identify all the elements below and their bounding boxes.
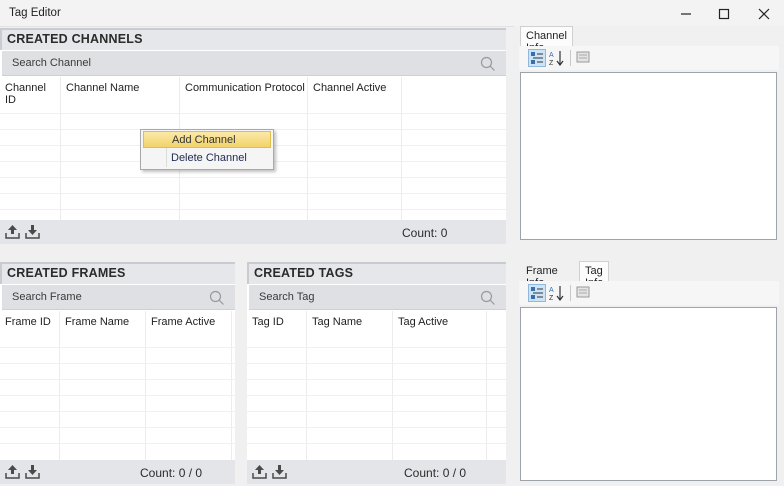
- frame-search-input[interactable]: [2, 285, 235, 309]
- column-header[interactable]: Frame ID: [0, 311, 60, 335]
- upload-icon[interactable]: [5, 464, 20, 479]
- column-header[interactable]: Tag ID: [247, 311, 307, 335]
- download-icon[interactable]: [25, 464, 40, 479]
- sort-alphabetical-button[interactable]: AZ: [548, 49, 566, 67]
- tab-channel-info[interactable]: Channel Info: [520, 26, 573, 54]
- search-icon[interactable]: [209, 290, 225, 306]
- add-channel-menu-item[interactable]: Add Channel: [143, 131, 271, 148]
- tags-panel: CREATED TAGS Tag ID Tag Name Tag Active …: [247, 262, 506, 484]
- column-header[interactable]: Channel ID: [0, 77, 61, 106]
- frame-search[interactable]: [2, 285, 235, 310]
- search-icon[interactable]: [480, 56, 496, 72]
- delete-channel-menu-item[interactable]: Delete Channel: [143, 150, 271, 167]
- column-header[interactable]: Tag Active: [393, 311, 487, 335]
- window-title: Tag Editor: [9, 7, 61, 19]
- svg-text:A: A: [549, 287, 554, 294]
- property-pages-button[interactable]: [575, 284, 593, 302]
- tags-grid[interactable]: Tag ID Tag Name Tag Active: [247, 311, 506, 460]
- sort-alphabetical-button[interactable]: AZ: [548, 284, 566, 302]
- tag-property-grid[interactable]: [520, 307, 777, 481]
- minimize-icon: [681, 12, 691, 15]
- frames-panel: CREATED FRAMES Frame ID Frame Name Frame…: [0, 262, 235, 484]
- minimize-button[interactable]: [666, 0, 706, 27]
- channels-header: CREATED CHANNELS: [0, 28, 506, 50]
- sort-az-icon: AZ: [549, 51, 564, 67]
- frames-header: CREATED FRAMES: [0, 262, 235, 284]
- tags-header: CREATED TAGS: [247, 262, 506, 284]
- tag-search[interactable]: [249, 285, 506, 310]
- column-header[interactable]: Frame Active: [146, 311, 232, 335]
- maximize-button[interactable]: [704, 0, 744, 27]
- upload-icon[interactable]: [5, 224, 20, 239]
- tag-search-input[interactable]: [249, 285, 506, 309]
- download-icon[interactable]: [272, 464, 287, 479]
- frames-count: Count: 0 / 0: [140, 466, 203, 480]
- channel-property-grid[interactable]: [520, 72, 777, 240]
- property-pages-icon: [576, 51, 590, 63]
- channel-search[interactable]: [2, 51, 506, 76]
- tab-tag-info[interactable]: Tag Info: [579, 261, 610, 289]
- column-header[interactable]: Communication Protocol: [180, 77, 308, 101]
- svg-text:Z: Z: [549, 60, 554, 67]
- search-icon[interactable]: [480, 290, 496, 306]
- column-header[interactable]: Frame Name: [60, 311, 146, 335]
- channels-count: Count: 0: [402, 226, 448, 240]
- frames-title: CREATED FRAMES: [7, 266, 126, 280]
- svg-text:Z: Z: [549, 295, 554, 302]
- sort-az-icon: AZ: [549, 286, 564, 302]
- download-icon[interactable]: [25, 224, 40, 239]
- column-header[interactable]: Channel Name: [61, 77, 180, 101]
- property-pages-icon: [576, 286, 590, 298]
- property-toolbar: AZ: [519, 281, 779, 305]
- channels-footer: Count: 0: [0, 220, 506, 244]
- categorized-icon: [531, 52, 543, 64]
- maximize-icon: [718, 8, 730, 19]
- tags-count: Count: 0 / 0: [404, 466, 467, 480]
- close-button[interactable]: [744, 0, 784, 27]
- categorized-button[interactable]: [528, 284, 546, 302]
- column-header[interactable]: Channel Active: [308, 77, 402, 101]
- title-bar: Tag Editor: [0, 0, 784, 27]
- channel-context-menu: Add Channel Delete Channel: [140, 129, 274, 170]
- column-header[interactable]: Tag Name: [307, 311, 393, 335]
- property-toolbar: AZ: [519, 46, 779, 70]
- close-icon: [758, 8, 770, 19]
- tags-title: CREATED TAGS: [254, 266, 354, 280]
- tab-frame-info[interactable]: Frame Info: [520, 261, 564, 289]
- svg-text:A: A: [549, 52, 554, 59]
- channel-info-pane: Channel Info AZ: [514, 26, 784, 242]
- frames-grid[interactable]: Frame ID Frame Name Frame Active: [0, 311, 235, 460]
- channel-search-input[interactable]: [2, 51, 506, 75]
- frame-tag-info-pane: Frame Info Tag Info AZ: [514, 261, 784, 484]
- upload-icon[interactable]: [252, 464, 267, 479]
- tags-footer: Count: 0 / 0: [247, 460, 506, 484]
- property-pages-button[interactable]: [575, 49, 593, 67]
- categorized-icon: [531, 287, 543, 299]
- frames-footer: Count: 0 / 0: [0, 460, 235, 484]
- channels-title: CREATED CHANNELS: [7, 32, 143, 46]
- categorized-button[interactable]: [528, 49, 546, 67]
